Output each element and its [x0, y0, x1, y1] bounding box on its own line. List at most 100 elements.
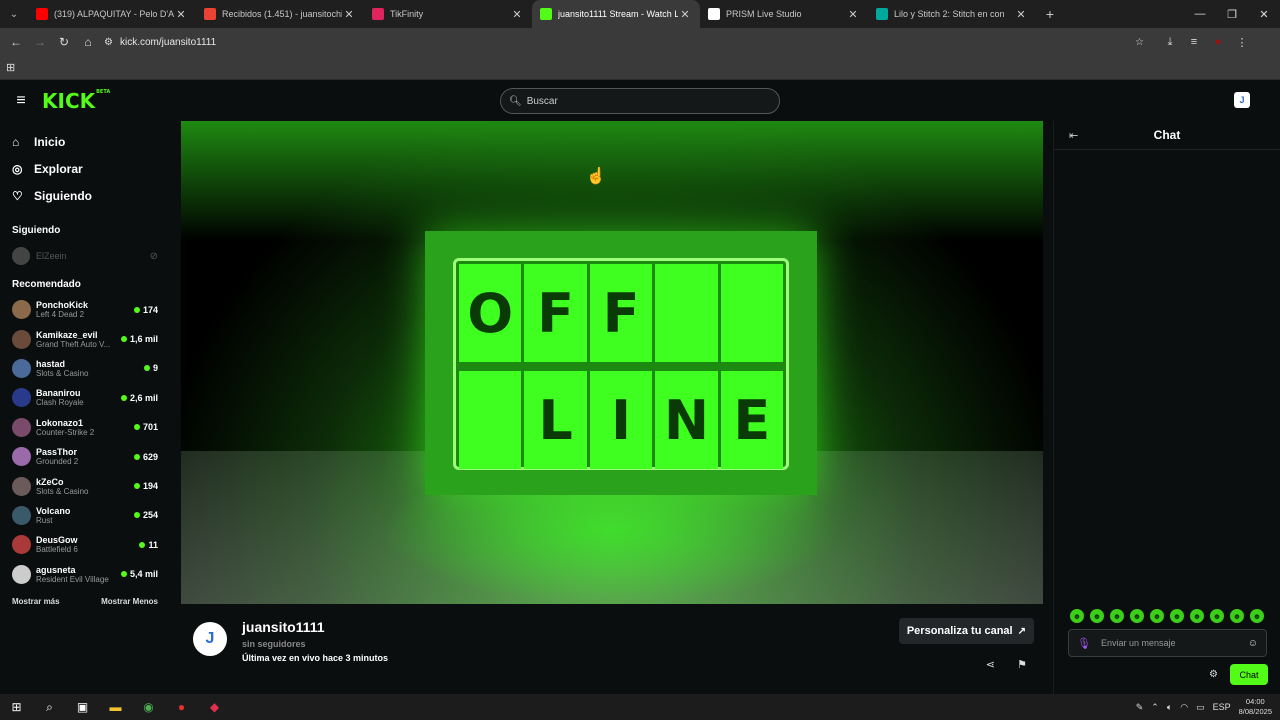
close-tab-icon[interactable]: ✕	[846, 8, 860, 21]
back-icon[interactable]: ←	[4, 35, 28, 49]
share-icon[interactable]: ⋖	[986, 658, 995, 671]
chat-placeholder: Enviar un mensaje	[1100, 638, 1176, 648]
site-info-icon[interactable]: ⚙	[104, 37, 120, 48]
close-tab-icon[interactable]: ✕	[678, 8, 692, 21]
close-tab-icon[interactable]: ✕	[510, 8, 524, 21]
recommended-channel[interactable]: PonchoKick Left 4 Dead 2 174	[0, 295, 170, 324]
search-input[interactable]: 🔍︎ Buscar	[500, 88, 780, 114]
recommended-channel[interactable]: PassThor Grounded 2 629	[0, 442, 170, 471]
profile-icon[interactable]: ●	[1206, 36, 1230, 49]
live-dot-icon	[143, 365, 150, 372]
channel-name[interactable]: juansito1111	[242, 619, 325, 635]
sidebar-nav-inicio[interactable]: ⌂ Inicio	[0, 128, 170, 155]
recommended-channel[interactable]: hastad Slots & Casino 9	[0, 354, 170, 383]
windows-start-icon[interactable]: ⊞	[0, 700, 33, 714]
forward-icon[interactable]: →	[28, 35, 52, 49]
restore-icon[interactable]: ❐	[1216, 8, 1248, 21]
apps-grid-icon[interactable]: ⊞	[6, 61, 15, 74]
recommended-channel[interactable]: Volcano Rust 254	[0, 501, 170, 530]
show-less-link[interactable]: Mostrar Menos	[101, 597, 158, 606]
channel-category: Clash Royale	[36, 398, 84, 408]
browser-tab[interactable]: TikFinity ✕	[364, 0, 532, 28]
sidebar-nav-siguiendo[interactable]: ♡ Siguiendo	[0, 182, 170, 209]
user-report-icon[interactable]: ⚑	[1017, 658, 1027, 671]
send-chat-button[interactable]: Chat	[1230, 664, 1268, 685]
show-more-link[interactable]: Mostrar más	[12, 597, 60, 606]
clock[interactable]: 04:00 8/08/2025	[1239, 697, 1272, 717]
home-browser-icon[interactable]: ⌂	[76, 35, 100, 49]
recommended-channel[interactable]: DeusGow Battlefield 6 11	[0, 530, 170, 559]
recommended-channel[interactable]: kZeCo Slots & Casino 194	[0, 471, 170, 500]
media-control-icon[interactable]: ≡	[1182, 36, 1206, 49]
emote-icon[interactable]: ☻	[1250, 609, 1264, 623]
microphone-icon[interactable]: 🎙︎	[1077, 637, 1091, 650]
chat-message-input[interactable]: 🎙︎ Enviar un mensaje ☺	[1068, 629, 1267, 657]
battery-icon[interactable]: ▭	[1196, 702, 1205, 713]
emoji-icon[interactable]: ☺	[1248, 638, 1258, 649]
language-indicator[interactable]: ESP	[1213, 702, 1231, 712]
channel-avatar	[12, 388, 31, 408]
user-avatar[interactable]: J	[1234, 92, 1250, 108]
viewer-count: 11	[148, 539, 158, 550]
tab-search-icon[interactable]: ⌄	[0, 0, 28, 28]
reload-icon[interactable]: ↻	[52, 35, 76, 49]
wifi-icon[interactable]: ◠	[1180, 702, 1188, 713]
taskbar-search-icon[interactable]: ⌕	[33, 700, 66, 715]
chat-settings-icon[interactable]: ⚙	[1209, 669, 1218, 680]
recommended-channel[interactable]: Bananirou Clash Royale 2,6 mil	[0, 383, 170, 412]
task-view-icon[interactable]: ▣	[66, 700, 99, 714]
record-app-icon[interactable]: ●	[165, 700, 198, 714]
channel-category: Counter-Strike 2	[36, 427, 95, 437]
emote-icon[interactable]: ☻	[1070, 609, 1084, 623]
browser-tab[interactable]: Lilo y Stitch 2: Stitch en con ✕	[868, 0, 1036, 28]
offline-board: OFF LINE	[453, 258, 789, 470]
channel-avatar[interactable]: J	[193, 622, 227, 656]
browser-tab[interactable]: (319) ALPAQUITAY - Pelo D'Ami ✕	[28, 0, 196, 28]
chevron-up-icon[interactable]: ⌃	[1151, 702, 1159, 713]
mouse-cursor-icon: ☝	[586, 168, 606, 185]
recommended-channel[interactable]: Lokonazo1 Counter-Strike 2 701	[0, 413, 170, 442]
new-tab-button[interactable]: +	[1036, 6, 1064, 22]
channel-category: Slots & Casino	[36, 486, 89, 496]
browser-menu-icon[interactable]: ⋮	[1230, 36, 1254, 49]
emote-icon[interactable]: ☻	[1150, 609, 1164, 623]
emote-icon[interactable]: ☻	[1170, 609, 1184, 623]
browser-tab[interactable]: PRISM Live Studio ✕	[700, 0, 868, 28]
browser-tab[interactable]: juansito1111 Stream - Watch Li ✕	[532, 0, 700, 28]
channel-name: agusneta	[36, 564, 76, 575]
menu-icon[interactable]: ≡	[0, 92, 42, 110]
channel-category: Rust	[36, 515, 53, 525]
emote-icon[interactable]: ☻	[1090, 609, 1104, 623]
last-live-text: Última vez en vivo hace 3 minutos	[242, 653, 389, 663]
emote-icon[interactable]: ☻	[1130, 609, 1144, 623]
browser-tab[interactable]: Recibidos (1.451) - juansitochip ✕	[196, 0, 364, 28]
channel-info: J juansito1111 sin seguidores Última vez…	[181, 604, 1043, 694]
channel-name: Kamikaze_evil	[36, 329, 98, 340]
collapse-chat-icon[interactable]: ⇤	[1069, 129, 1078, 142]
emote-icon[interactable]: ☻	[1230, 609, 1244, 623]
close-tab-icon[interactable]: ✕	[342, 8, 356, 21]
close-window-icon[interactable]: ✕	[1248, 8, 1280, 21]
app-icon[interactable]: ◆	[198, 700, 231, 714]
minimize-icon[interactable]: —	[1184, 8, 1216, 21]
close-tab-icon[interactable]: ✕	[174, 8, 188, 21]
download-icon[interactable]: ⤓	[1158, 36, 1182, 49]
emote-icon[interactable]: ☻	[1190, 609, 1204, 623]
close-tab-icon[interactable]: ✕	[1014, 8, 1028, 21]
emote-icon[interactable]: ☻	[1210, 609, 1224, 623]
pen-icon[interactable]: ✎	[1136, 702, 1144, 713]
recommended-channel[interactable]: Kamikaze_evil Grand Theft Auto V... 1,6 mi…	[0, 324, 170, 353]
bookmark-star-icon[interactable]: ☆	[1135, 37, 1144, 48]
recommended-channel[interactable]: agusneta Resident Evil Village 5,4 mil	[0, 560, 170, 589]
emote-icon[interactable]: ☻	[1110, 609, 1124, 623]
volume-icon[interactable]: 🔈︎	[1167, 702, 1172, 713]
file-explorer-icon[interactable]: ▬	[99, 700, 132, 714]
video-player[interactable]: OFF LINE	[181, 121, 1043, 604]
chrome-icon[interactable]: ◉	[132, 700, 165, 714]
url-field[interactable]: ⚙ kick.com/juansito1111 ☆	[104, 31, 1144, 53]
sidebar-nav-explorar[interactable]: ◎ Explorar	[0, 155, 170, 182]
customize-channel-button[interactable]: Personaliza tu canal ↗	[898, 618, 1034, 644]
channel-avatar	[12, 300, 31, 320]
kick-logo[interactable]: KICKBETA	[42, 89, 110, 113]
followed-channel[interactable]: ElZeein ⊘	[0, 241, 170, 271]
